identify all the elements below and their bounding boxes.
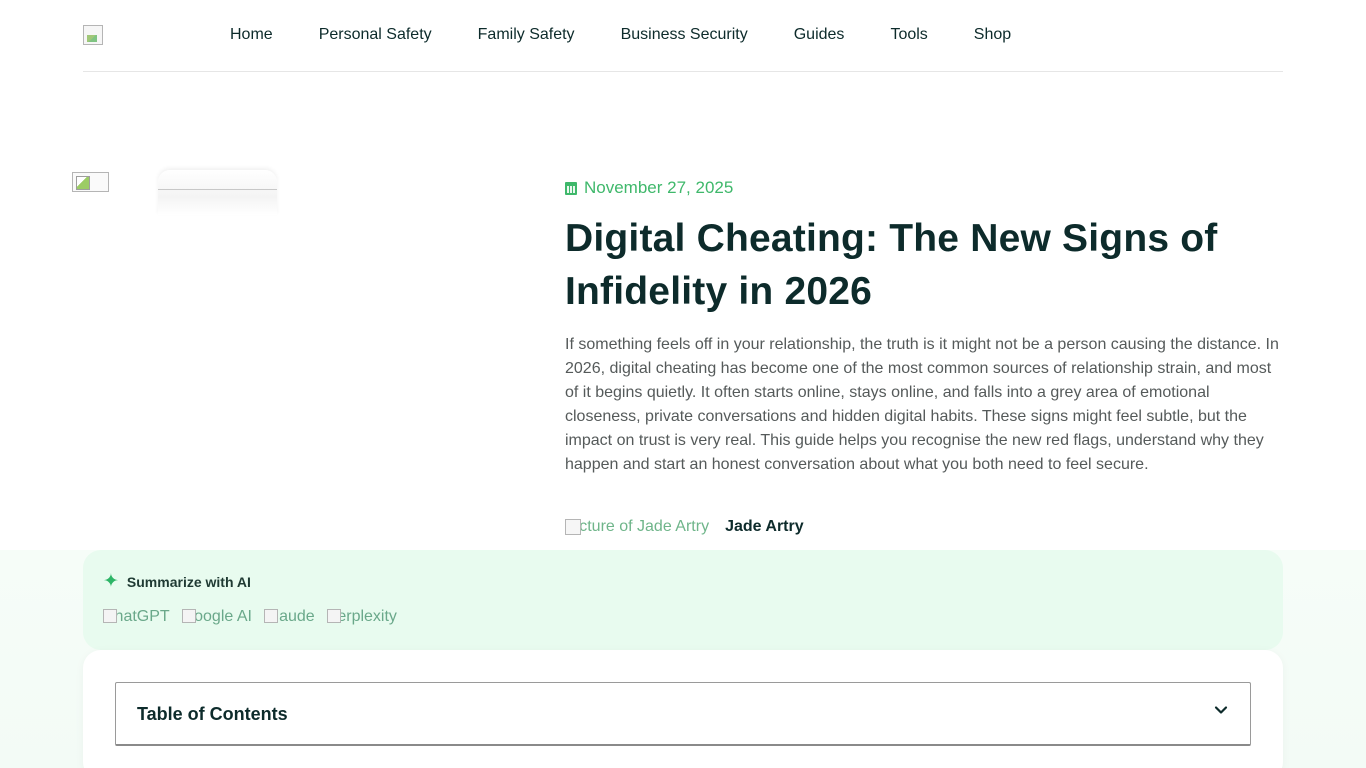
nav-shop[interactable]: Shop (974, 26, 1011, 44)
ai-link-claude[interactable]: Claude (263, 608, 315, 626)
sparkle-icon: ✦ (103, 571, 119, 592)
nav-business-security[interactable]: Business Security (621, 26, 748, 44)
ai-link-chatgpt[interactable]: ChatGPT (103, 608, 170, 626)
main-nav: Home Personal Safety Family Safety Busin… (230, 26, 1057, 44)
toc-toggle[interactable]: Table of Contents (115, 682, 1251, 746)
nav-home[interactable]: Home (230, 26, 273, 44)
calendar-icon (565, 181, 577, 195)
toc-title: Table of Contents (137, 704, 288, 724)
featured-image-card (158, 170, 277, 215)
nav-family-safety[interactable]: Family Safety (478, 26, 575, 44)
publish-date: November 27, 2025 (565, 178, 733, 198)
site-logo[interactable] (83, 25, 103, 45)
author-name[interactable]: Jade Artry (725, 518, 804, 536)
article-title: Digital Cheating: The New Signs of Infid… (565, 217, 1218, 313)
site-header: Home Personal Safety Family Safety Busin… (83, 0, 1283, 72)
nav-personal-safety[interactable]: Personal Safety (319, 26, 432, 44)
summarize-label: Summarize with AI (126, 573, 251, 590)
nav-tools[interactable]: Tools (890, 26, 927, 44)
ai-link-list: ChatGPT Google AI Claude Perplexity (103, 608, 409, 626)
toc-card: Table of Contents (83, 650, 1283, 768)
ai-link-perplexity[interactable]: Perplexity (326, 608, 397, 626)
article-intro: If something feels off in your relations… (565, 336, 1279, 473)
nav-guides[interactable]: Guides (794, 26, 845, 44)
author-byline: Picture of Jade Artry Jade Artry (565, 518, 804, 536)
chevron-down-icon (1214, 706, 1228, 714)
featured-image (72, 172, 109, 192)
summarize-header: ✦ Summarize with AI (103, 572, 251, 591)
ai-link-google-ai[interactable]: Google AI (181, 608, 252, 626)
publish-date-text: November 27, 2025 (584, 178, 734, 197)
author-avatar[interactable]: Picture of Jade Artry (565, 518, 709, 536)
summarize-with-ai-panel: ✦ Summarize with AI ChatGPT Google AI Cl… (83, 550, 1283, 650)
